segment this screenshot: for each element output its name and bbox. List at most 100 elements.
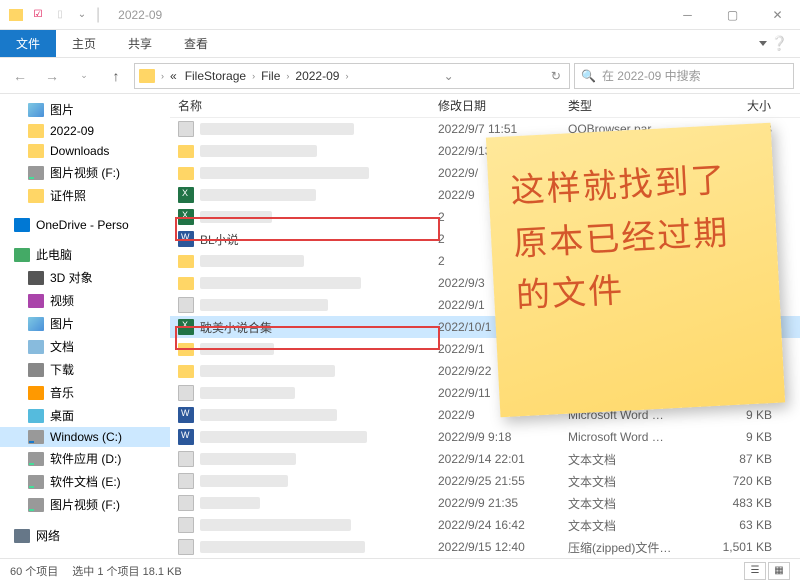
file-row[interactable]: 2022/9/25 21:55文本文档720 KB <box>170 470 800 492</box>
fi-excel-icon <box>178 187 194 203</box>
sidebar-item-label: 网络 <box>36 527 60 544</box>
maximize-button[interactable]: ▢ <box>710 0 755 30</box>
sidebar-item[interactable]: 桌面 <box>0 404 170 427</box>
file-size: 720 KB <box>690 474 780 488</box>
fi-generic-icon <box>178 495 194 511</box>
file-row[interactable]: 2022/9/14 22:01文本文档87 KB <box>170 448 800 470</box>
view-details-button[interactable]: ☰ <box>744 562 766 580</box>
minimize-button[interactable]: ─ <box>665 0 710 30</box>
sidebar-item[interactable]: 软件应用 (D:) <box>0 447 170 470</box>
fi-folder-icon <box>178 167 194 180</box>
tab-file[interactable]: 文件 <box>0 30 56 57</box>
ribbon: 文件 主页 共享 查看 ❔ <box>0 30 800 58</box>
file-name-redacted <box>200 277 361 289</box>
sidebar-item[interactable]: 图片视频 (F:) <box>0 161 170 184</box>
search-input[interactable]: 🔍 在 2022-09 中搜索 <box>574 63 794 89</box>
forward-button[interactable]: → <box>38 62 66 90</box>
status-bar: 60 个项目 选中 1 个项目 18.1 KB ☰ ▦ <box>0 558 800 582</box>
sidebar-item[interactable]: OneDrive - Perso <box>0 215 170 235</box>
sidebar-item[interactable]: 证件照 <box>0 184 170 207</box>
close-button[interactable]: ✕ <box>755 0 800 30</box>
breadcrumb[interactable]: 2022-09 <box>291 69 343 83</box>
sidebar-item[interactable]: Windows (C:) <box>0 427 170 447</box>
back-button[interactable]: ← <box>6 62 34 90</box>
search-icon: 🔍 <box>581 69 596 83</box>
sidebar-item[interactable]: 图片视频 (F:) <box>0 493 170 516</box>
sidebar-item-label: 图片视频 (F:) <box>50 164 120 181</box>
sidebar-item-label: 证件照 <box>50 187 86 204</box>
title-bar: ☑ ▯ ⌄ | 2022-09 ─ ▢ ✕ <box>0 0 800 30</box>
tab-share[interactable]: 共享 <box>112 30 168 57</box>
navigation-pane[interactable]: 图片2022-09Downloads图片视频 (F:)证件照OneDrive -… <box>0 94 170 558</box>
help-icon[interactable]: ❔ <box>771 35 788 52</box>
sidebar-item-label: 图片视频 (F:) <box>50 496 120 513</box>
folder-icon <box>139 69 155 83</box>
file-name-redacted <box>200 541 365 553</box>
annotation-sticky-note: 这样就找到了原本已经过期的文件 <box>486 123 785 418</box>
file-date: 2022/9/9 9:18 <box>430 430 560 444</box>
qat-checkbox-icon[interactable]: ☑ <box>30 7 46 23</box>
window-title: 2022-09 <box>118 8 162 22</box>
file-size: 1,501 KB <box>690 540 780 554</box>
file-type: 文本文档 <box>560 451 690 468</box>
column-size[interactable]: 大小 <box>690 97 780 114</box>
file-row[interactable]: 2022/9Microsoft Word …9 KB <box>170 404 800 426</box>
sidebar-item[interactable]: 软件文档 (E:) <box>0 470 170 493</box>
sidebar-item[interactable]: 视频 <box>0 289 170 312</box>
fi-word-icon <box>178 429 194 445</box>
recent-dropdown[interactable]: ⌄ <box>70 62 98 90</box>
ico-folder-icon <box>28 144 44 158</box>
column-date[interactable]: 修改日期 <box>430 97 560 114</box>
file-name-redacted <box>200 189 316 201</box>
ico-desk-icon <box>28 409 44 423</box>
fi-generic-icon <box>178 473 194 489</box>
ribbon-expand-button[interactable]: ❔ <box>747 30 800 57</box>
fi-generic-icon <box>178 517 194 533</box>
sidebar-item[interactable]: 文档 <box>0 335 170 358</box>
up-button[interactable]: ↑ <box>102 62 130 90</box>
column-name[interactable]: 名称 <box>170 97 430 114</box>
sidebar-item-label: Windows (C:) <box>50 430 122 444</box>
tab-home[interactable]: 主页 <box>56 30 112 57</box>
sidebar-item-label: 下载 <box>50 361 74 378</box>
file-size: 87 KB <box>690 452 780 466</box>
sidebar-item[interactable]: 图片 <box>0 98 170 121</box>
qat-dropdown-icon[interactable]: ⌄ <box>74 7 90 23</box>
chevron-right-icon: › <box>250 71 257 81</box>
sidebar-item[interactable]: 2022-09 <box>0 121 170 141</box>
fi-folder-icon <box>178 343 194 356</box>
breadcrumb-ellipsis[interactable]: « <box>166 69 181 83</box>
fi-generic-icon <box>178 385 194 401</box>
fi-generic-icon <box>178 451 194 467</box>
file-row[interactable]: 2022/9/24 16:42文本文档63 KB <box>170 514 800 536</box>
file-name-redacted <box>200 145 317 157</box>
tab-view[interactable]: 查看 <box>168 30 224 57</box>
file-row[interactable]: 2022/9/9 9:18Microsoft Word …9 KB <box>170 426 800 448</box>
sidebar-item-label: 文档 <box>50 338 74 355</box>
column-type[interactable]: 类型 <box>560 97 690 114</box>
sidebar-item[interactable]: 网络 <box>0 524 170 547</box>
address-bar[interactable]: › « FileStorage › File › 2022-09 › ⌄ ↻ <box>134 63 570 89</box>
file-type: 文本文档 <box>560 473 690 490</box>
refresh-button[interactable]: ↻ <box>547 69 565 83</box>
file-row[interactable]: 2022/9/9 21:35文本文档483 KB <box>170 492 800 514</box>
view-thumbnails-button[interactable]: ▦ <box>768 562 790 580</box>
address-dropdown[interactable]: ⌄ <box>440 69 458 83</box>
file-name-redacted <box>200 211 272 223</box>
file-size: 483 KB <box>690 496 780 510</box>
file-name-redacted <box>200 255 304 267</box>
breadcrumb[interactable]: FileStorage <box>181 69 250 83</box>
sidebar-item[interactable]: Downloads <box>0 141 170 161</box>
fi-excel-icon <box>178 209 194 225</box>
sidebar-item[interactable]: 下载 <box>0 358 170 381</box>
breadcrumb[interactable]: File <box>257 69 284 83</box>
sidebar-item[interactable]: 音乐 <box>0 381 170 404</box>
sidebar-item[interactable]: 图片 <box>0 312 170 335</box>
sidebar-item[interactable]: 此电脑 <box>0 243 170 266</box>
file-row[interactable]: 2022/9/15 12:40压缩(zipped)文件…1,501 KB <box>170 536 800 558</box>
fi-word-icon <box>178 407 194 423</box>
sidebar-item-label: 音乐 <box>50 384 74 401</box>
file-date: 2022/9/14 22:01 <box>430 452 560 466</box>
ico-drive-win-icon <box>28 430 44 444</box>
sidebar-item[interactable]: 3D 对象 <box>0 266 170 289</box>
